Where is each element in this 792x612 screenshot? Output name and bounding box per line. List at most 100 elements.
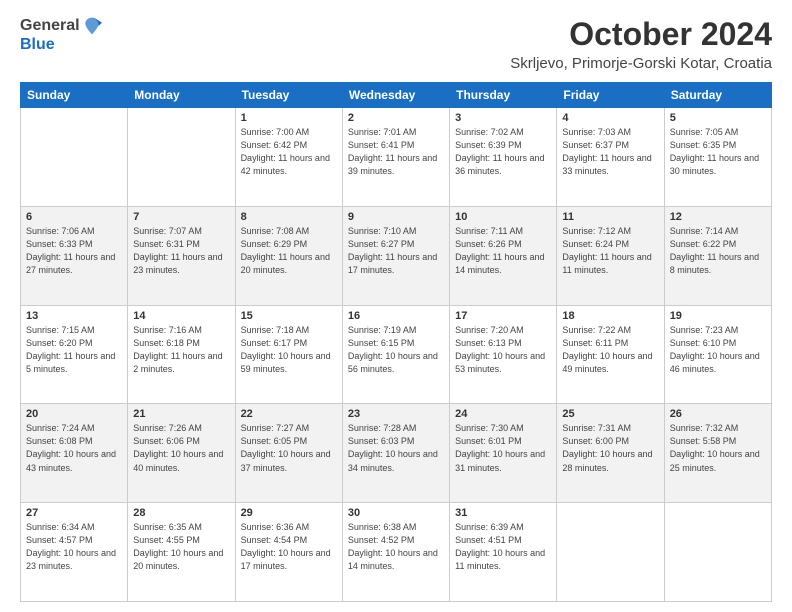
table-cell: 27 Sunrise: 6:34 AMSunset: 4:57 PMDayligh… [21, 503, 128, 602]
table-cell: 9 Sunrise: 7:10 AMSunset: 6:27 PMDaylight… [342, 206, 449, 305]
cell-info: Sunrise: 7:24 AMSunset: 6:08 PMDaylight:… [26, 422, 122, 474]
day-number: 4 [562, 112, 658, 124]
day-number: 17 [455, 310, 551, 322]
table-cell: 25 Sunrise: 7:31 AMSunset: 6:00 PMDayligh… [557, 404, 664, 503]
table-cell: 26 Sunrise: 7:32 AMSunset: 5:58 PMDayligh… [664, 404, 771, 503]
table-cell [664, 503, 771, 602]
cell-info: Sunrise: 7:19 AMSunset: 6:15 PMDaylight:… [348, 324, 444, 376]
cell-info: Sunrise: 7:20 AMSunset: 6:13 PMDaylight:… [455, 324, 551, 376]
cell-info: Sunrise: 6:35 AMSunset: 4:55 PMDaylight:… [133, 521, 229, 573]
cell-info: Sunrise: 6:36 AMSunset: 4:54 PMDaylight:… [241, 521, 337, 573]
day-number: 6 [26, 211, 122, 223]
cell-info: Sunrise: 7:30 AMSunset: 6:01 PMDaylight:… [455, 422, 551, 474]
cell-info: Sunrise: 7:02 AMSunset: 6:39 PMDaylight:… [455, 126, 551, 178]
table-cell: 22 Sunrise: 7:27 AMSunset: 6:05 PMDayligh… [235, 404, 342, 503]
cell-info: Sunrise: 7:27 AMSunset: 6:05 PMDaylight:… [241, 422, 337, 474]
week-row-3: 13Sunrise: 7:15 AMSunset: 6:20 PMDayligh… [21, 305, 772, 404]
table-cell: 11Sunrise: 7:12 AMSunset: 6:24 PMDayligh… [557, 206, 664, 305]
day-number: 13 [26, 310, 122, 322]
table-cell: 15 Sunrise: 7:18 AMSunset: 6:17 PMDayligh… [235, 305, 342, 404]
day-number: 20 [26, 408, 122, 420]
table-cell: 5Sunrise: 7:05 AMSunset: 6:35 PMDaylight… [664, 108, 771, 207]
col-sunday: Sunday [21, 83, 128, 108]
cell-info: Sunrise: 7:23 AMSunset: 6:10 PMDaylight:… [670, 324, 766, 376]
cell-info: Sunrise: 7:18 AMSunset: 6:17 PMDaylight:… [241, 324, 337, 376]
day-number: 18 [562, 310, 658, 322]
cell-info: Sunrise: 6:34 AMSunset: 4:57 PMDaylight:… [26, 521, 122, 573]
cell-info: Sunrise: 6:38 AMSunset: 4:52 PMDaylight:… [348, 521, 444, 573]
week-row-5: 27 Sunrise: 6:34 AMSunset: 4:57 PMDayligh… [21, 503, 772, 602]
day-number: 31 [455, 507, 551, 519]
cell-info: Sunrise: 7:26 AMSunset: 6:06 PMDaylight:… [133, 422, 229, 474]
day-number: 10 [455, 211, 551, 223]
logo-icon [82, 16, 102, 36]
cell-info: Sunrise: 7:03 AMSunset: 6:37 PMDaylight:… [562, 126, 658, 178]
week-row-1: 1 Sunrise: 7:00 AMSunset: 6:42 PMDaylight… [21, 108, 772, 207]
table-cell: 29 Sunrise: 6:36 AMSunset: 4:54 PMDayligh… [235, 503, 342, 602]
day-number: 30 [348, 507, 444, 519]
day-number: 27 [26, 507, 122, 519]
table-cell: 28 Sunrise: 6:35 AMSunset: 4:55 PMDayligh… [128, 503, 235, 602]
table-cell: 14Sunrise: 7:16 AMSunset: 6:18 PMDayligh… [128, 305, 235, 404]
day-number: 22 [241, 408, 337, 420]
day-number: 28 [133, 507, 229, 519]
cell-info: Sunrise: 7:11 AMSunset: 6:26 PMDaylight:… [455, 225, 551, 277]
table-cell: 7Sunrise: 7:07 AMSunset: 6:31 PMDaylight… [128, 206, 235, 305]
table-cell: 19 Sunrise: 7:23 AMSunset: 6:10 PMDayligh… [664, 305, 771, 404]
table-cell: 13Sunrise: 7:15 AMSunset: 6:20 PMDayligh… [21, 305, 128, 404]
day-number: 9 [348, 211, 444, 223]
col-wednesday: Wednesday [342, 83, 449, 108]
cell-info: Sunrise: 7:14 AMSunset: 6:22 PMDaylight:… [670, 225, 766, 277]
table-cell: 3 Sunrise: 7:02 AMSunset: 6:39 PMDaylight… [450, 108, 557, 207]
day-number: 12 [670, 211, 766, 223]
location-title: Skrljevo, Primorje-Gorski Kotar, Croatia [510, 55, 772, 72]
cell-info: Sunrise: 7:00 AMSunset: 6:42 PMDaylight:… [241, 126, 337, 178]
col-saturday: Saturday [664, 83, 771, 108]
day-number: 15 [241, 310, 337, 322]
day-number: 1 [241, 112, 337, 124]
table-cell: 23Sunrise: 7:28 AMSunset: 6:03 PMDayligh… [342, 404, 449, 503]
title-block: October 2024 Skrljevo, Primorje-Gorski K… [510, 16, 772, 72]
table-cell: 10 Sunrise: 7:11 AMSunset: 6:26 PMDayligh… [450, 206, 557, 305]
table-cell [557, 503, 664, 602]
table-cell: 1 Sunrise: 7:00 AMSunset: 6:42 PMDaylight… [235, 108, 342, 207]
col-thursday: Thursday [450, 83, 557, 108]
cell-info: Sunrise: 7:12 AMSunset: 6:24 PMDaylight:… [562, 225, 658, 277]
col-friday: Friday [557, 83, 664, 108]
day-number: 25 [562, 408, 658, 420]
table-cell: 24 Sunrise: 7:30 AMSunset: 6:01 PMDayligh… [450, 404, 557, 503]
header: General Blue October 2024 Skrljevo, Prim… [20, 16, 772, 72]
day-number: 24 [455, 408, 551, 420]
table-cell [21, 108, 128, 207]
page: General Blue October 2024 Skrljevo, Prim… [0, 0, 792, 612]
table-cell: 6Sunrise: 7:06 AMSunset: 6:33 PMDaylight… [21, 206, 128, 305]
day-number: 23 [348, 408, 444, 420]
day-number: 29 [241, 507, 337, 519]
cell-info: Sunrise: 6:39 AMSunset: 4:51 PMDaylight:… [455, 521, 551, 573]
cell-info: Sunrise: 7:31 AMSunset: 6:00 PMDaylight:… [562, 422, 658, 474]
day-number: 19 [670, 310, 766, 322]
table-cell: 16Sunrise: 7:19 AMSunset: 6:15 PMDayligh… [342, 305, 449, 404]
calendar-header-row: Sunday Monday Tuesday Wednesday Thursday… [21, 83, 772, 108]
table-cell: 18 Sunrise: 7:22 AMSunset: 6:11 PMDayligh… [557, 305, 664, 404]
cell-info: Sunrise: 7:10 AMSunset: 6:27 PMDaylight:… [348, 225, 444, 277]
logo-blue: Blue [20, 36, 55, 54]
table-cell: 20 Sunrise: 7:24 AMSunset: 6:08 PMDayligh… [21, 404, 128, 503]
cell-info: Sunrise: 7:05 AMSunset: 6:35 PMDaylight:… [670, 126, 766, 178]
table-cell: 4 Sunrise: 7:03 AMSunset: 6:37 PMDaylight… [557, 108, 664, 207]
table-cell: 8Sunrise: 7:08 AMSunset: 6:29 PMDaylight… [235, 206, 342, 305]
day-number: 7 [133, 211, 229, 223]
logo: General Blue [20, 16, 102, 54]
table-cell: 21 Sunrise: 7:26 AMSunset: 6:06 PMDayligh… [128, 404, 235, 503]
cell-info: Sunrise: 7:32 AMSunset: 5:58 PMDaylight:… [670, 422, 766, 474]
day-number: 8 [241, 211, 337, 223]
week-row-4: 20 Sunrise: 7:24 AMSunset: 6:08 PMDayligh… [21, 404, 772, 503]
table-cell [128, 108, 235, 207]
col-monday: Monday [128, 83, 235, 108]
cell-info: Sunrise: 7:22 AMSunset: 6:11 PMDaylight:… [562, 324, 658, 376]
day-number: 21 [133, 408, 229, 420]
day-number: 3 [455, 112, 551, 124]
col-tuesday: Tuesday [235, 83, 342, 108]
day-number: 26 [670, 408, 766, 420]
table-cell: 31 Sunrise: 6:39 AMSunset: 4:51 PMDayligh… [450, 503, 557, 602]
